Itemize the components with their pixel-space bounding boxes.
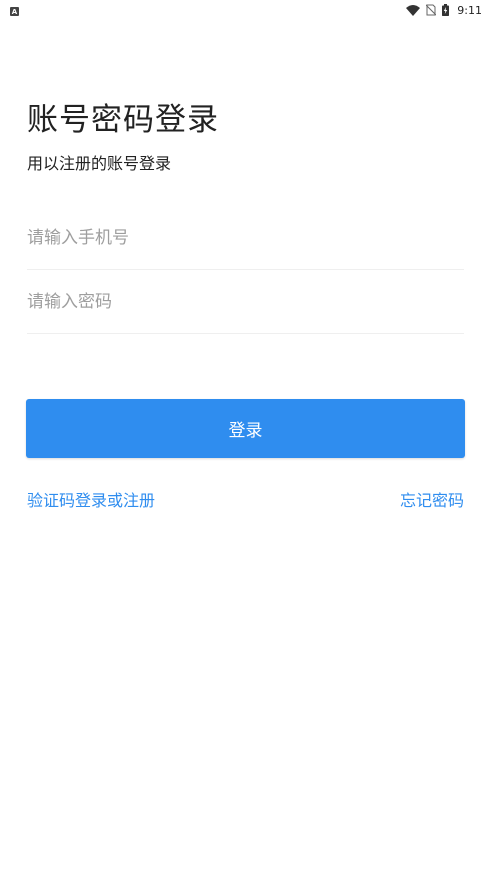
no-sim-icon	[426, 4, 437, 16]
status-left: A	[10, 4, 19, 17]
status-right: 9:11	[406, 4, 482, 17]
page-subtitle: 用以注册的账号登录	[27, 154, 172, 173]
login-button[interactable]: 登录	[26, 399, 465, 458]
page-title: 账号密码登录	[27, 102, 219, 138]
password-input[interactable]	[27, 270, 464, 333]
battery-charging-icon	[442, 4, 450, 16]
forgot-password-link[interactable]: 忘记密码	[400, 487, 464, 511]
password-field	[27, 270, 464, 334]
status-time: 9:11	[457, 3, 482, 17]
status-bar: A 9:11	[0, 0, 490, 20]
phone-field	[27, 206, 464, 270]
phone-input[interactable]	[27, 206, 464, 269]
sms-login-register-link[interactable]: 验证码登录或注册	[27, 487, 155, 511]
wifi-icon	[406, 4, 421, 16]
notification-a-icon: A	[10, 7, 19, 16]
